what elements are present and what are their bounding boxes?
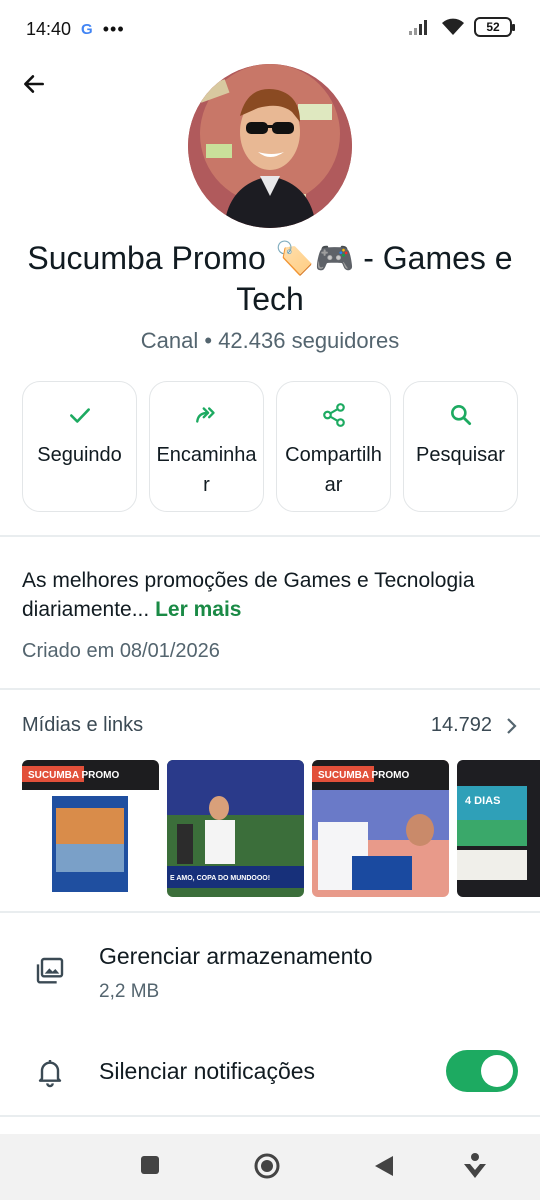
divider bbox=[0, 535, 540, 537]
thumb-caption: SUCUMBA PROMO bbox=[318, 770, 410, 781]
home-icon[interactable] bbox=[253, 1152, 281, 1180]
avatar-image bbox=[188, 64, 352, 228]
toggle-knob bbox=[481, 1055, 513, 1087]
channel-description: As melhores promoções de Games e Tecnolo… bbox=[22, 566, 522, 624]
channel-subtitle: Canal • 42.436 seguidores bbox=[140, 328, 400, 353]
media-thumbnails: SUCUMBA PROMO E AMO, COPA DO MUNDOOO! SU… bbox=[22, 760, 540, 897]
wifi-icon bbox=[442, 18, 464, 35]
mute-notifications-title: Silenciar notificações bbox=[99, 1058, 316, 1084]
battery-icon: 52 bbox=[474, 17, 515, 37]
forward-icon bbox=[195, 407, 215, 423]
back-nav-icon[interactable] bbox=[373, 1154, 395, 1178]
thumb-caption: 4 DIAS bbox=[465, 795, 500, 807]
forward-button[interactable]: Encaminhar bbox=[149, 381, 264, 512]
share-button[interactable]: Compartilhar bbox=[276, 381, 391, 512]
back-button[interactable] bbox=[18, 68, 50, 100]
share-label: Compartilhar bbox=[285, 444, 382, 496]
manage-storage-title: Gerenciar armazenamento bbox=[99, 943, 373, 969]
created-date: Criado em 08/01/2026 bbox=[22, 640, 220, 662]
following-label: Seguindo bbox=[37, 444, 122, 466]
thumb-caption: E AMO, COPA DO MUNDOOO! bbox=[170, 875, 270, 882]
signal-icon bbox=[409, 20, 427, 35]
divider bbox=[0, 1115, 540, 1117]
bell-icon bbox=[38, 1060, 62, 1088]
channel-avatar[interactable] bbox=[188, 64, 352, 228]
mute-toggle[interactable] bbox=[446, 1050, 518, 1092]
check-icon bbox=[69, 408, 90, 423]
media-links-title: Mídias e links bbox=[22, 714, 144, 736]
system-navigation-bar bbox=[0, 1134, 540, 1200]
recent-apps-icon[interactable] bbox=[139, 1154, 161, 1176]
divider bbox=[0, 688, 540, 690]
media-thumbnail[interactable]: SUCUMBA PROMO bbox=[312, 760, 449, 897]
status-time: 14:40 bbox=[26, 18, 72, 39]
chevron-right-icon bbox=[507, 717, 517, 734]
media-thumbnail[interactable]: 4 DIAS bbox=[457, 760, 540, 897]
status-bar: 14:40 G ••• 52 bbox=[0, 0, 540, 58]
storage-size: 2,2 MB bbox=[99, 981, 160, 1002]
google-icon: G bbox=[81, 20, 93, 38]
divider bbox=[0, 911, 540, 913]
manage-storage-item[interactable]: Gerenciar armazenamento 2,2 MB bbox=[0, 935, 540, 1015]
media-thumbnail[interactable]: E AMO, COPA DO MUNDOOO! bbox=[167, 760, 304, 897]
channel-title: Sucumba Promo 🏷️🎮 - Games e Tech bbox=[27, 240, 513, 317]
thumbnail-image: 4 DIAS bbox=[457, 760, 540, 897]
share-icon bbox=[322, 403, 345, 427]
search-button[interactable]: Pesquisar bbox=[403, 381, 518, 512]
assistant-icon[interactable] bbox=[462, 1152, 488, 1180]
status-right: 52 bbox=[408, 17, 515, 37]
thumbnail-image: SUCUMBA PROMO bbox=[22, 760, 159, 897]
thumb-caption: SUCUMBA PROMO bbox=[28, 770, 120, 781]
thumbnail-image: SUCUMBA PROMO bbox=[312, 760, 449, 897]
arrow-left-icon bbox=[24, 75, 44, 93]
media-count-group: 14.792 bbox=[431, 714, 518, 737]
media-count: 14.792 bbox=[430, 714, 492, 736]
more-notifications-icon: ••• bbox=[102, 18, 125, 39]
action-buttons: Seguindo Encaminhar Compartilhar Pesquis… bbox=[22, 381, 518, 512]
following-button[interactable]: Seguindo bbox=[22, 381, 137, 512]
search-label: Pesquisar bbox=[416, 444, 505, 466]
media-links-header[interactable]: Mídias e links 14.792 bbox=[22, 714, 518, 737]
description-text: As melhores promoções de Games e Tecnolo… bbox=[22, 569, 475, 621]
search-icon bbox=[450, 405, 471, 426]
forward-label: Encaminhar bbox=[156, 444, 257, 496]
media-thumbnail[interactable]: SUCUMBA PROMO bbox=[22, 760, 159, 897]
media-gallery-icon bbox=[36, 957, 64, 984]
thumbnail-image: E AMO, COPA DO MUNDOOO! bbox=[167, 760, 304, 897]
read-more-link[interactable]: Ler mais bbox=[155, 598, 241, 621]
